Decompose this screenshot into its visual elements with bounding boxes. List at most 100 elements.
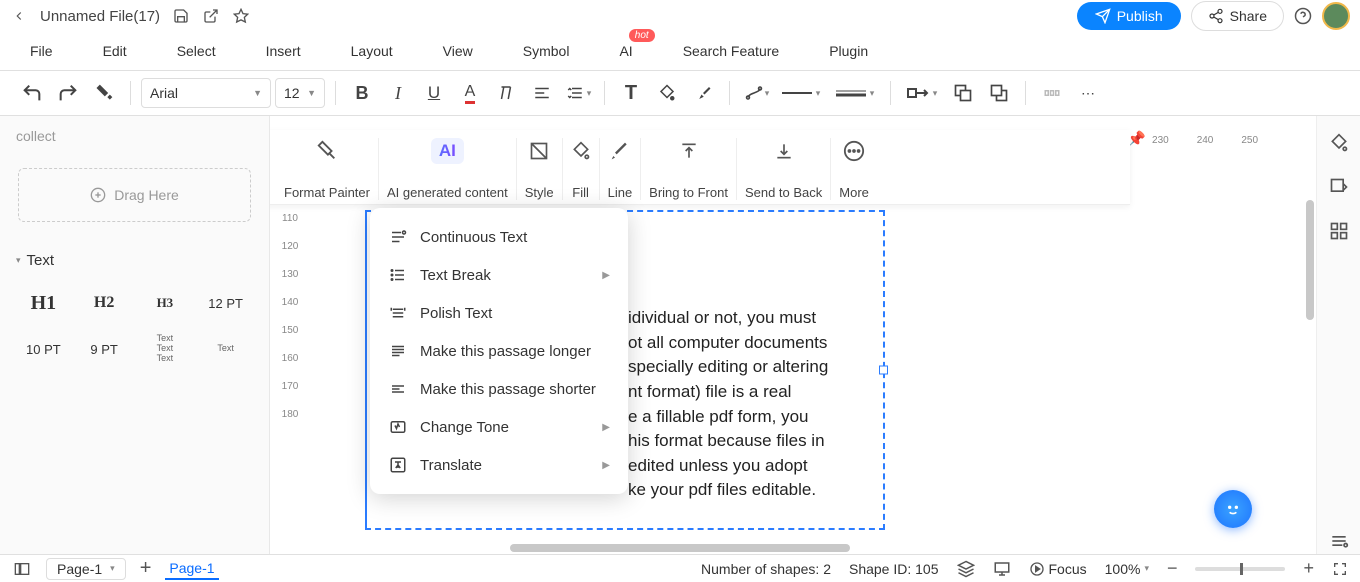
layer-back-icon[interactable] [983, 77, 1015, 109]
line-spacing-icon[interactable]: ▾ [562, 77, 594, 109]
zoom-out-icon[interactable]: − [1167, 558, 1178, 579]
distribute-icon[interactable] [1036, 77, 1068, 109]
style-tool-icon[interactable] [529, 138, 549, 164]
menu-select[interactable]: Select [177, 43, 216, 59]
connector-icon[interactable]: ▾ [740, 77, 772, 109]
page-tab-1[interactable]: Page-1 [165, 558, 218, 580]
presentation-icon[interactable] [993, 560, 1011, 578]
undo-icon[interactable] [16, 77, 48, 109]
redo-icon[interactable] [52, 77, 84, 109]
shape-id: Shape ID: 105 [849, 561, 939, 577]
focus-icon[interactable] [1029, 561, 1045, 577]
clear-format-icon[interactable] [490, 77, 522, 109]
fill-icon[interactable] [651, 77, 683, 109]
text-preset-12pt[interactable]: 12 PT [198, 283, 253, 323]
ai-polish-text[interactable]: Polish Text [370, 294, 628, 332]
brush-icon[interactable] [687, 77, 719, 109]
grid-view-icon[interactable] [1326, 218, 1352, 244]
settings-list-icon[interactable] [1326, 528, 1352, 554]
menu-layout[interactable]: Layout [351, 43, 393, 59]
vertical-ruler: 110120130140150160170180 [278, 204, 302, 554]
ai-content-icon[interactable]: AI [431, 138, 464, 164]
text-preset-h3[interactable]: H3 [138, 283, 193, 323]
submenu-arrow-icon: ▶ [602, 460, 610, 471]
menu-symbol[interactable]: Symbol [523, 43, 570, 59]
pin-icon[interactable]: 📌 [1127, 130, 1146, 148]
fullscreen-icon[interactable] [1332, 561, 1348, 577]
drag-here-label: Drag Here [114, 187, 179, 203]
send-back-label: Send to Back [745, 185, 822, 200]
text-preset-h2[interactable]: H2 [77, 283, 132, 323]
format-painter-tool-icon[interactable] [316, 138, 338, 164]
ai-translate[interactable]: Translate▶ [370, 446, 628, 484]
share-label: Share [1230, 8, 1267, 24]
star-icon[interactable] [232, 7, 250, 25]
more-icon[interactable]: ⋯ [1072, 77, 1104, 109]
menu-view[interactable]: View [443, 43, 473, 59]
underline-icon[interactable]: U [418, 77, 450, 109]
add-page-icon[interactable]: + [140, 557, 152, 580]
italic-icon[interactable]: I [382, 77, 414, 109]
ai-continuous-text[interactable]: Continuous Text [370, 218, 628, 256]
drag-here-zone[interactable]: Drag Here [18, 168, 251, 222]
menu-file[interactable]: File [30, 43, 53, 59]
paint-bucket-icon[interactable] [1326, 130, 1352, 156]
bring-front-tool-icon[interactable] [679, 138, 699, 164]
zoom-control[interactable]: 100%▾ [1105, 561, 1149, 577]
arrow-style-icon[interactable]: ▾ [901, 77, 943, 109]
more-tool-icon[interactable] [843, 138, 865, 164]
back-icon[interactable] [10, 7, 28, 25]
menu-plugin[interactable]: Plugin [829, 43, 868, 59]
share-button[interactable]: Share [1191, 1, 1284, 31]
bold-icon[interactable]: B [346, 77, 378, 109]
vertical-scrollbar[interactable] [1306, 140, 1314, 460]
insert-shape-icon[interactable] [1326, 174, 1352, 200]
text-preset-9pt[interactable]: 9 PT [77, 329, 132, 369]
text-preset-10pt[interactable]: 10 PT [16, 329, 71, 369]
format-painter-icon[interactable] [88, 77, 120, 109]
menu-insert[interactable]: Insert [266, 43, 301, 59]
fill-label: Fill [572, 185, 589, 200]
menu-ai[interactable]: AIhot [619, 43, 632, 59]
text-section-toggle[interactable]: ▾Text [14, 246, 255, 275]
page-select[interactable]: Page-1▾ [46, 558, 126, 580]
chatbot-button[interactable] [1214, 490, 1252, 528]
layer-front-icon[interactable] [947, 77, 979, 109]
fill-tool-icon[interactable] [571, 138, 591, 164]
align-icon[interactable] [526, 77, 558, 109]
font-color-icon[interactable]: A [454, 77, 486, 109]
ai-make-longer[interactable]: Make this passage longer [370, 332, 628, 370]
text-preset-multi[interactable]: Text Text Text [138, 329, 193, 369]
font-select[interactable]: Arial▼ [141, 78, 271, 108]
external-icon[interactable] [202, 7, 220, 25]
avatar[interactable] [1322, 2, 1350, 30]
style-label: Style [525, 185, 554, 200]
layers-icon[interactable] [957, 560, 975, 578]
ai-change-tone[interactable]: Change Tone▶ [370, 408, 628, 446]
text-tool-icon[interactable]: T [615, 77, 647, 109]
line-style-icon[interactable]: ▾ [776, 77, 826, 109]
line-tool-icon[interactable] [610, 138, 630, 164]
resize-handle-right[interactable] [879, 366, 888, 375]
collect-label: collect [14, 124, 255, 148]
change-tone-icon [388, 417, 408, 437]
menu-edit[interactable]: Edit [103, 43, 127, 59]
zoom-in-icon[interactable]: + [1303, 558, 1314, 579]
ai-make-shorter[interactable]: Make this passage shorter [370, 370, 628, 408]
line-label: Line [608, 185, 633, 200]
send-back-tool-icon[interactable] [774, 138, 794, 164]
zoom-slider[interactable] [1195, 567, 1285, 571]
translate-icon [388, 455, 408, 475]
fontsize-select[interactable]: 12▼ [275, 78, 325, 108]
save-icon[interactable] [172, 7, 190, 25]
ai-text-break[interactable]: Text Break▶ [370, 256, 628, 294]
publish-button[interactable]: Publish [1077, 2, 1181, 30]
text-preset-text[interactable]: Text [198, 329, 253, 369]
text-preset-h1[interactable]: H1 [16, 283, 71, 323]
page-layout-icon[interactable] [12, 561, 32, 577]
line-weight-icon[interactable]: ▾ [830, 77, 880, 109]
help-icon[interactable] [1294, 7, 1312, 25]
horizontal-scrollbar[interactable] [280, 544, 1310, 552]
focus-label: Focus [1049, 561, 1087, 577]
menu-search-feature[interactable]: Search Feature [683, 43, 780, 59]
